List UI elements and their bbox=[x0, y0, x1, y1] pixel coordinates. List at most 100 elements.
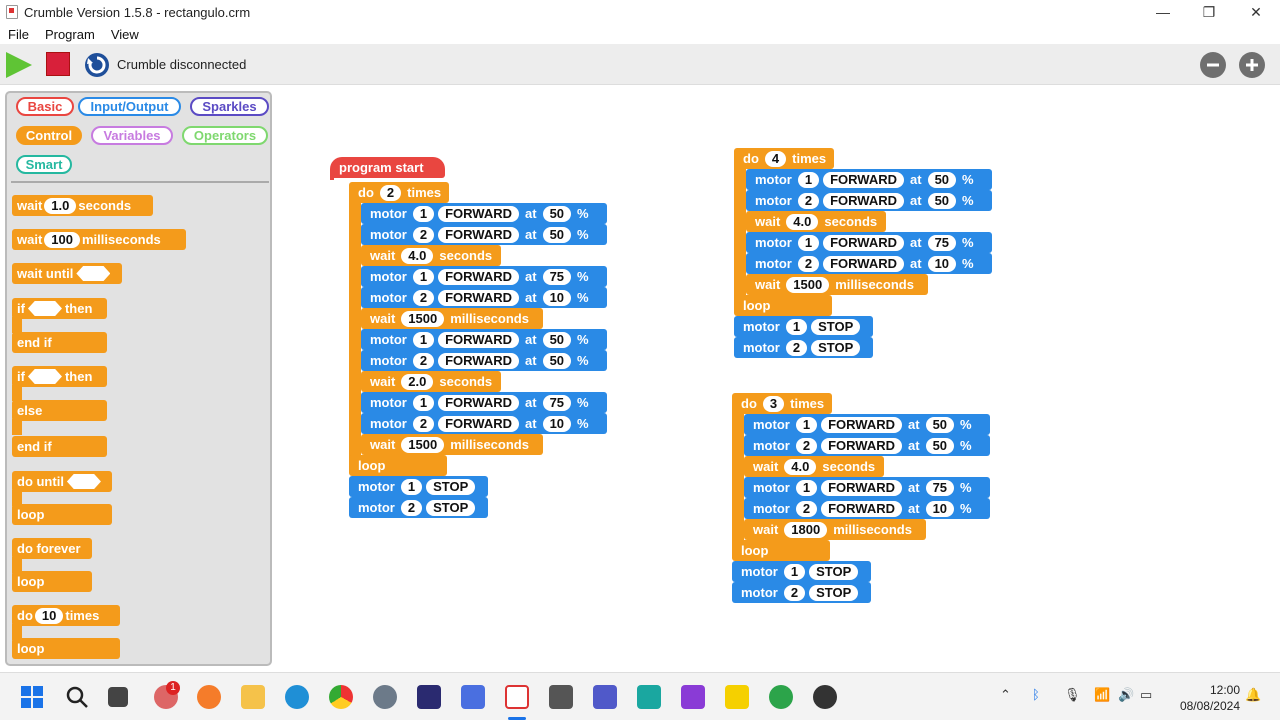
menu-program[interactable]: Program bbox=[37, 27, 103, 42]
edge-icon[interactable] bbox=[285, 685, 309, 709]
repeat-count[interactable]: 4 bbox=[764, 150, 787, 167]
category-sparkles[interactable]: Sparkles bbox=[190, 97, 269, 116]
do-times-block[interactable]: do 2 times bbox=[349, 182, 449, 203]
motor-direction[interactable]: FORWARD bbox=[823, 171, 905, 188]
motor-speed[interactable]: 10 bbox=[925, 500, 955, 517]
do-times-block[interactable]: do 3 times bbox=[732, 393, 832, 414]
crumble-icon[interactable] bbox=[505, 685, 529, 709]
motor-block[interactable]: motor 1 FORWARD at 75% bbox=[361, 392, 607, 413]
end-if-block[interactable]: end if bbox=[12, 332, 107, 353]
settings-icon[interactable] bbox=[373, 685, 397, 709]
motor-stop-block[interactable]: motor 2 STOP bbox=[349, 497, 488, 518]
category-operators[interactable]: Operators bbox=[182, 126, 268, 145]
end-if-block[interactable]: end if bbox=[12, 436, 107, 457]
do-times-block[interactable]: do 4 times bbox=[734, 148, 834, 169]
wait-value[interactable]: 4.0 bbox=[784, 458, 817, 475]
motor-number[interactable]: 2 bbox=[412, 289, 435, 306]
audition-icon[interactable] bbox=[417, 685, 441, 709]
power-automate-icon[interactable] bbox=[461, 685, 485, 709]
motor-stop-block[interactable]: motor 2 STOP bbox=[732, 582, 871, 603]
do-times-block[interactable]: do 10 times bbox=[12, 605, 120, 626]
wait-block[interactable]: wait 4.0 seconds bbox=[361, 245, 501, 266]
loop-block[interactable]: loop bbox=[734, 295, 832, 316]
motor-number[interactable]: 1 bbox=[795, 416, 818, 433]
stop-value[interactable]: STOP bbox=[426, 478, 476, 495]
play-icon[interactable] bbox=[6, 52, 32, 78]
motor-speed[interactable]: 75 bbox=[542, 268, 572, 285]
minimize-button[interactable]: — bbox=[1140, 0, 1186, 24]
motor-speed[interactable]: 50 bbox=[927, 171, 957, 188]
motor-number[interactable]: 2 bbox=[795, 500, 818, 517]
wait-block[interactable]: wait 1500 milliseconds bbox=[361, 308, 543, 329]
wait-value[interactable]: 4.0 bbox=[786, 213, 819, 230]
motor-block[interactable]: motor 1 FORWARD at 50% bbox=[361, 203, 607, 224]
maximize-button[interactable]: ❐ bbox=[1186, 0, 1232, 24]
loop-block[interactable]: loop bbox=[12, 571, 92, 592]
motor-block[interactable]: motor 1 FORWARD at 75% bbox=[361, 266, 607, 287]
motor-direction[interactable]: FORWARD bbox=[438, 394, 520, 411]
wait-until-block[interactable]: wait until bbox=[12, 263, 122, 284]
motor-block[interactable]: motor 2 FORWARD at 50% bbox=[361, 350, 607, 371]
repeat-count[interactable]: 2 bbox=[379, 184, 402, 201]
wait-value[interactable]: 2.0 bbox=[401, 373, 434, 390]
motor-number[interactable]: 2 bbox=[400, 499, 423, 516]
category-smart[interactable]: Smart bbox=[16, 155, 72, 174]
loop-block[interactable]: loop bbox=[349, 455, 447, 476]
motor-direction[interactable]: FORWARD bbox=[823, 192, 905, 209]
motor-stop-block[interactable]: motor 1 STOP bbox=[734, 316, 873, 337]
motor-number[interactable]: 2 bbox=[783, 584, 806, 601]
loop-block[interactable]: loop bbox=[12, 638, 120, 659]
do-forever-block[interactable]: do forever bbox=[12, 538, 92, 559]
motor-number[interactable]: 1 bbox=[412, 331, 435, 348]
task-view-icon[interactable] bbox=[108, 687, 128, 707]
file-explorer-icon[interactable] bbox=[241, 685, 265, 709]
condition-slot[interactable] bbox=[76, 266, 111, 281]
connect-icon[interactable] bbox=[84, 52, 110, 78]
motor-speed[interactable]: 50 bbox=[542, 226, 572, 243]
motor-direction[interactable]: FORWARD bbox=[438, 268, 520, 285]
else-block[interactable]: else bbox=[12, 400, 107, 421]
motor-number[interactable]: 2 bbox=[797, 192, 820, 209]
wait-block[interactable]: wait 4.0 seconds bbox=[746, 211, 886, 232]
motor-direction[interactable]: FORWARD bbox=[438, 352, 520, 369]
notifications-bell-icon[interactable]: 🔔 bbox=[1245, 687, 1261, 703]
wait-block[interactable]: wait 4.0 seconds bbox=[744, 456, 884, 477]
chevron-up-icon[interactable]: ⌃ bbox=[1000, 687, 1011, 703]
condition-slot[interactable] bbox=[66, 474, 101, 489]
motor-number[interactable]: 1 bbox=[400, 478, 423, 495]
wait-block[interactable]: wait 1500 milliseconds bbox=[746, 274, 928, 295]
stop-value[interactable]: STOP bbox=[426, 499, 476, 516]
repeat-count[interactable]: 10 bbox=[34, 607, 64, 624]
motor-speed[interactable]: 75 bbox=[925, 479, 955, 496]
motor-number[interactable]: 1 bbox=[785, 318, 808, 335]
motor-block[interactable]: motor 2 FORWARD at 10% bbox=[746, 253, 992, 274]
volume-icon[interactable]: 🔊 bbox=[1118, 687, 1134, 703]
motor-direction[interactable]: FORWARD bbox=[821, 479, 903, 496]
close-button[interactable]: ✕ bbox=[1233, 0, 1279, 24]
motor-number[interactable]: 1 bbox=[412, 394, 435, 411]
wait-block[interactable]: wait 2.0 seconds bbox=[361, 371, 501, 392]
app-icon[interactable] bbox=[549, 685, 573, 709]
sticky-notes-icon[interactable] bbox=[725, 685, 749, 709]
motor-block[interactable]: motor 2 FORWARD at 50% bbox=[361, 224, 607, 245]
stop-value[interactable]: STOP bbox=[809, 584, 859, 601]
motor-block[interactable]: motor 2 FORWARD at 50% bbox=[746, 190, 992, 211]
motor-stop-block[interactable]: motor 2 STOP bbox=[734, 337, 873, 358]
wait-value[interactable]: 1500 bbox=[401, 310, 445, 327]
motor-direction[interactable]: FORWARD bbox=[821, 437, 903, 454]
motor-speed[interactable]: 10 bbox=[542, 415, 572, 432]
motor-speed[interactable]: 50 bbox=[542, 331, 572, 348]
wait-value[interactable]: 1800 bbox=[784, 521, 828, 538]
motor-block[interactable]: motor 1 FORWARD at 75% bbox=[744, 477, 990, 498]
condition-slot[interactable] bbox=[27, 301, 62, 316]
loop-block[interactable]: loop bbox=[12, 504, 112, 525]
category-input-output[interactable]: Input/Output bbox=[78, 97, 181, 116]
category-basic[interactable]: Basic bbox=[16, 97, 74, 116]
motor-number[interactable]: 1 bbox=[797, 234, 820, 251]
category-variables[interactable]: Variables bbox=[91, 126, 173, 145]
zoom-out-icon[interactable] bbox=[1200, 52, 1226, 78]
motor-speed[interactable]: 50 bbox=[925, 437, 955, 454]
stop-value[interactable]: STOP bbox=[809, 563, 859, 580]
search-icon[interactable] bbox=[65, 685, 89, 709]
motor-direction[interactable]: FORWARD bbox=[438, 415, 520, 432]
